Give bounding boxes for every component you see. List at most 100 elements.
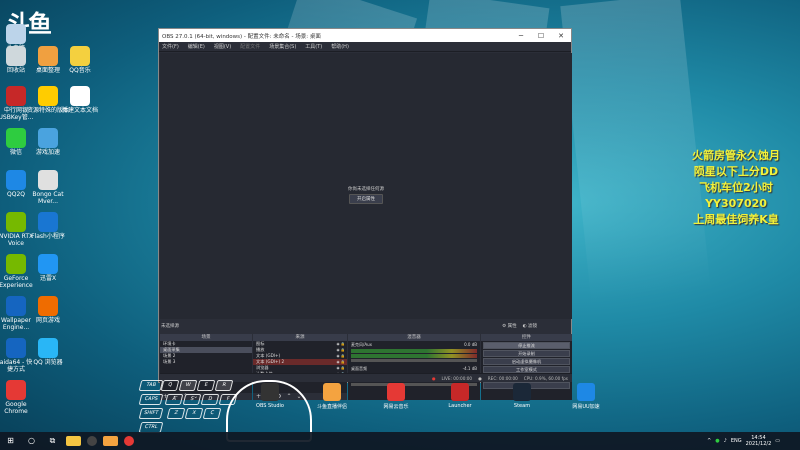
keyboard-key: R <box>214 380 234 391</box>
close-icon[interactable]: ✕ <box>551 32 571 40</box>
maximize-icon[interactable]: ☐ <box>531 32 551 40</box>
stop-streaming-button[interactable]: 停止推流 <box>483 342 570 349</box>
desktop-app-icon[interactable]: 斗鱼直播伴侣 <box>302 383 362 410</box>
scene-item[interactable]: 场景 3 <box>160 359 252 365</box>
open-properties-button[interactable]: 开启属性 <box>349 194 383 204</box>
clock[interactable]: 14:54 2021/12/2 <box>746 435 772 447</box>
app-label: 网易云音乐 <box>383 404 409 410</box>
source-toolbar: 未选择源 ⚙ 属性 ◐ 滤镜 <box>161 322 571 330</box>
desktop-icon[interactable]: QQ 浏览器 <box>20 338 76 367</box>
desktop-app-icon[interactable]: 网易UU加速 <box>556 383 616 410</box>
app-icon <box>38 338 58 358</box>
start-recording-button[interactable]: 开始录制 <box>483 350 570 357</box>
menu-edit[interactable]: 编辑(E) <box>188 43 205 50</box>
keyboard-key: E <box>196 380 216 391</box>
speaker-icon[interactable]: ♪ <box>724 438 727 444</box>
desktop-icon-label: Flash小程序 <box>31 233 65 240</box>
app-icon <box>38 128 58 148</box>
virtual-camera-button[interactable]: 启动虚拟摄像机 <box>483 358 570 365</box>
sources-header: 来源 <box>253 334 347 341</box>
desktop-app-icon[interactable]: Steam <box>492 383 552 409</box>
preview-area[interactable]: 你尚未选择任何源 开启属性 <box>160 53 572 319</box>
controls-header: 控件 <box>481 334 572 341</box>
obs-taskbar-icon[interactable] <box>87 436 97 446</box>
app-icon <box>38 254 58 274</box>
app-icon <box>323 383 341 401</box>
minimize-icon[interactable]: ─ <box>511 32 531 40</box>
obs-menubar: 文件(F) 编辑(E) 视图(V) 配置文件 场景集合(S) 工具(T) 帮助(… <box>159 42 571 52</box>
properties-button[interactable]: ⚙ 属性 <box>502 323 516 329</box>
menu-help[interactable]: 帮助(H) <box>331 43 349 50</box>
wechat-tray-icon[interactable]: ● <box>715 438 719 444</box>
menu-file[interactable]: 文件(F) <box>162 43 179 50</box>
overlay-line: 火箭房管永久蚀月 <box>692 149 780 162</box>
desktop: { "logo": "斗鱼", "desktop_icons": [ {"lab… <box>0 0 800 450</box>
menu-scene-collection[interactable]: 场景集合(S) <box>269 43 296 50</box>
netease-music-taskbar-icon[interactable] <box>124 436 134 446</box>
keyboard-key: Q <box>160 380 180 391</box>
studio-mode-button[interactable]: 工作室模式 <box>483 366 570 373</box>
channel-name: 桌面音频 <box>351 366 367 371</box>
keyboard-key: SHIFT <box>138 408 164 419</box>
app-icon <box>38 296 58 316</box>
keyboard-key: C <box>202 408 222 419</box>
overlay-line: YY307020 <box>705 197 767 210</box>
menu-view[interactable]: 视图(V) <box>214 43 231 50</box>
keyboard-key: D <box>200 394 220 405</box>
desktop-app-icon[interactable]: OBS Studio <box>240 383 300 409</box>
app-icon <box>6 380 26 400</box>
douyu-taskbar-icon[interactable] <box>103 436 118 446</box>
app-label: Launcher <box>448 403 472 409</box>
notification-icon[interactable]: ▭ <box>775 438 780 444</box>
channel-db: -4.1 dB <box>462 366 477 371</box>
rec-time: REC: 00:00:00 <box>487 375 518 381</box>
desktop-icon[interactable]: Flash小程序 <box>20 212 76 241</box>
desktop-icon-label: Google Chrome <box>4 401 28 415</box>
menu-profile[interactable]: 配置文件 <box>240 43 260 50</box>
stream-overlay: 火箭房管永久蚀月 陨星以下上分DD 飞机车位2小时 YY307020 上周最佳饲… <box>672 148 800 228</box>
volume-meter <box>351 349 477 353</box>
filters-button[interactable]: ◐ 滤镜 <box>523 323 537 329</box>
task-view-icon[interactable]: ⧉ <box>45 436 60 446</box>
desktop-icon-label: QQ音乐 <box>69 67 91 74</box>
app-icon <box>38 170 58 190</box>
obs-titlebar[interactable]: OBS 27.0.1 (64-bit, windows) - 配置文件: 未命名… <box>159 29 571 42</box>
live-indicator-icon: ● <box>431 375 436 381</box>
tray-chevron-icon[interactable]: ^ <box>707 438 711 444</box>
app-icon <box>38 212 58 232</box>
search-icon[interactable]: ○ <box>24 436 39 446</box>
desktop-icon[interactable]: 迅雷X <box>20 254 76 283</box>
app-label: OBS Studio <box>256 403 284 409</box>
desktop-icon-label: 游戏加速 <box>35 149 60 156</box>
channel-name: 麦克风/Aux <box>351 342 372 347</box>
keyboard-key: S <box>182 394 202 405</box>
desktop-app-icon[interactable]: Launcher <box>430 383 490 409</box>
system-tray: ^ ● ♪ ENG 14:54 2021/12/2 ▭ <box>707 435 800 447</box>
properties-label: 属性 <box>507 324 517 329</box>
menu-tools[interactable]: 工具(T) <box>305 43 322 50</box>
volume-meter <box>351 354 477 358</box>
desktop-icon[interactable]: QQ音乐 <box>52 46 108 75</box>
volume-slider[interactable] <box>351 359 477 362</box>
keyboard-key: A <box>164 394 184 405</box>
file-explorer-icon[interactable] <box>66 436 81 446</box>
desktop-icon[interactable]: Bongo Cat Mver... <box>20 170 76 205</box>
obs-window[interactable]: OBS 27.0.1 (64-bit, windows) - 配置文件: 未命名… <box>158 28 572 400</box>
keyboard-key: TAB <box>138 380 164 391</box>
clock-date: 2021/12/2 <box>745 441 772 447</box>
windows-start-icon[interactable]: ⊞ <box>3 436 18 446</box>
cpu-usage: CPU: 0.9%, 60.00 fps <box>523 375 568 381</box>
app-icon <box>577 383 595 401</box>
desktop-icon[interactable]: 新建文本文档 <box>52 86 108 115</box>
keyboard-key: X <box>184 408 204 419</box>
desktop-icon[interactable]: 游戏加速 <box>20 128 76 157</box>
desktop-icon-label: QQ 浏览器 <box>33 359 63 366</box>
desktop-icon[interactable]: Google Chrome <box>0 380 44 415</box>
desktop-app-icon[interactable]: 网易云音乐 <box>366 383 426 410</box>
app-icon <box>70 46 90 66</box>
live-time: LIVE: 00:00:00 <box>441 375 473 381</box>
filters-label: 滤镜 <box>528 324 537 329</box>
desktop-icon[interactable]: 网页游戏 <box>20 296 76 325</box>
desktop-icon-label: 迅雷X <box>39 275 57 282</box>
language-indicator[interactable]: ENG <box>731 438 742 444</box>
